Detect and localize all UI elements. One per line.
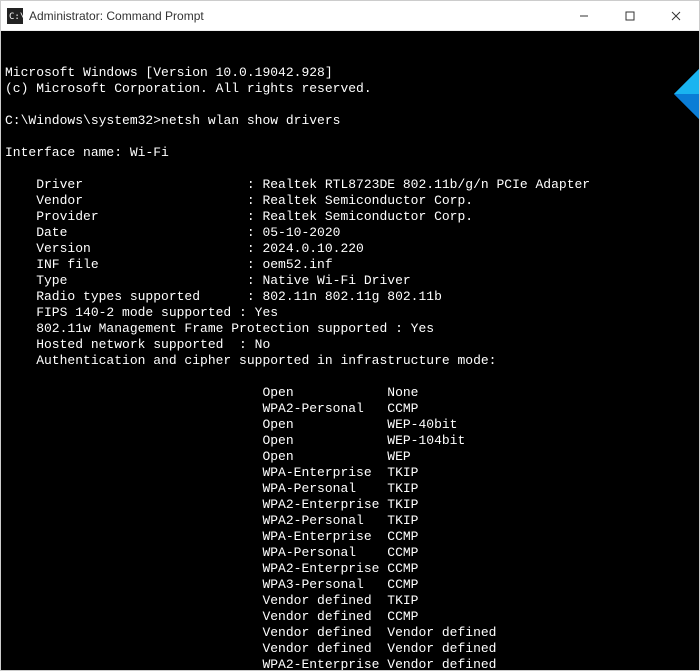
windows-logo-icon: [627, 53, 677, 103]
prompt-line: C:\Windows\system32>netsh wlan show driv…: [5, 113, 340, 128]
terminal-output[interactable]: Microsoft Windows [Version 10.0.19042.92…: [1, 31, 699, 670]
header-line: Microsoft Windows [Version 10.0.19042.92…: [5, 65, 333, 80]
close-button[interactable]: [653, 1, 699, 30]
window-title: Administrator: Command Prompt: [29, 9, 561, 23]
command-prompt-window: C:\ Administrator: Command Prompt: [0, 0, 700, 671]
titlebar: C:\ Administrator: Command Prompt: [1, 1, 699, 31]
maximize-button[interactable]: [607, 1, 653, 30]
svg-text:C:\: C:\: [9, 12, 23, 22]
cipher-list: Open None WPA2-Personal CCMP Open WEP-40…: [5, 385, 496, 670]
interface-line: Interface name: Wi-Fi: [5, 145, 169, 160]
cmd-icon: C:\: [7, 8, 23, 24]
driver-info-block: Driver : Realtek RTL8723DE 802.11b/g/n P…: [5, 177, 590, 368]
copyright-line: (c) Microsoft Corporation. All rights re…: [5, 81, 372, 96]
window-controls: [561, 1, 699, 30]
minimize-button[interactable]: [561, 1, 607, 30]
